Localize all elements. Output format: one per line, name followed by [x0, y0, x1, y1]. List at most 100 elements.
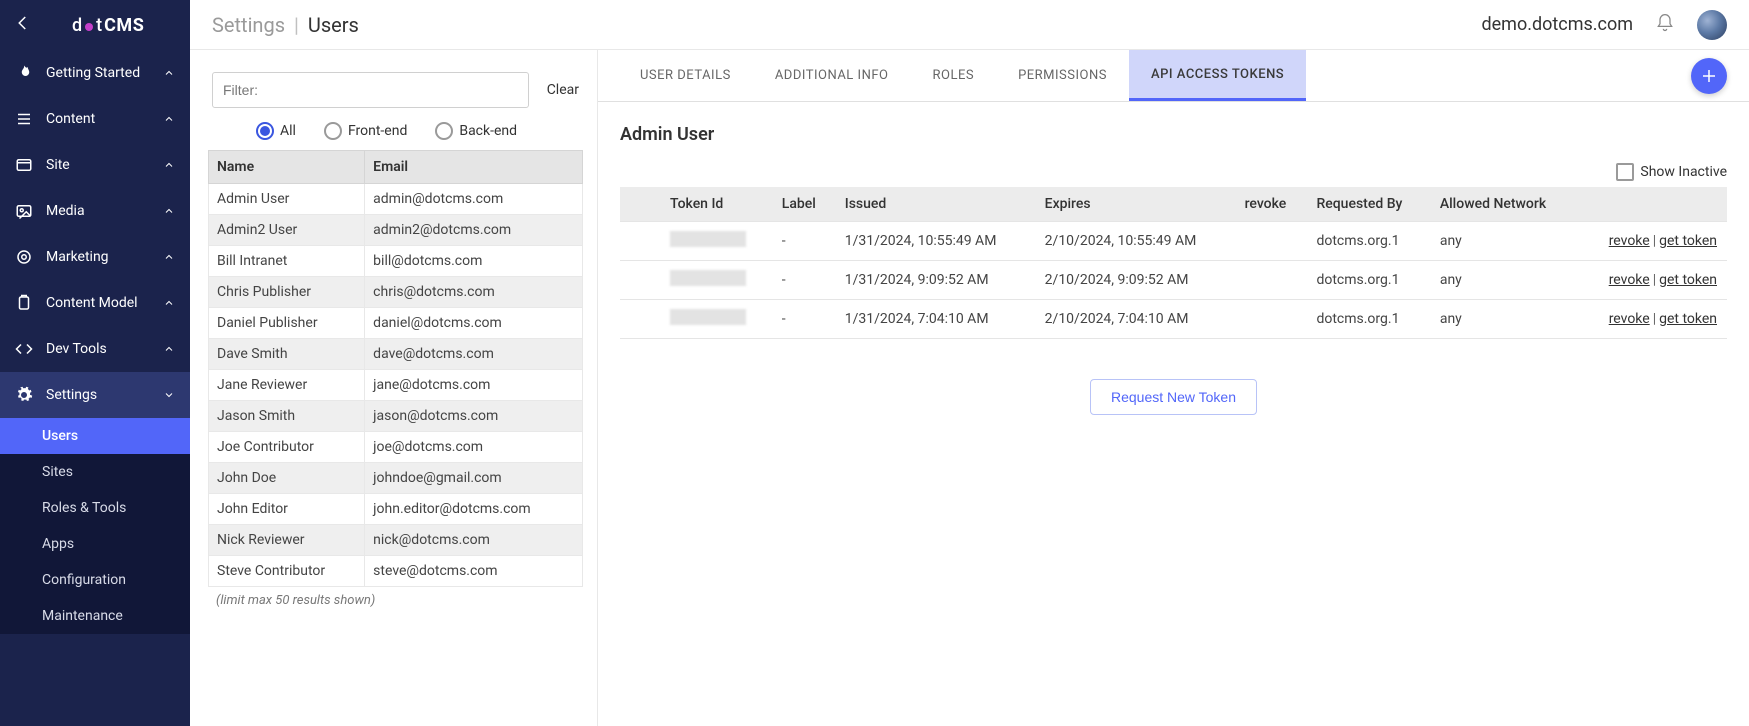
token-label-cell: - — [772, 300, 835, 339]
tab-additional-info[interactable]: ADDITIONAL INFO — [753, 50, 911, 101]
token-requestedby-cell: dotcms.org.1 — [1306, 300, 1429, 339]
col-requested-by: Requested By — [1306, 187, 1429, 222]
sidebar-top: d t CMS — [0, 0, 190, 50]
token-actions-cell: revoke|get token — [1577, 222, 1727, 261]
get-token-link[interactable]: get token — [1659, 233, 1717, 249]
col-token-id: Token Id — [660, 187, 772, 222]
radio-frontend[interactable]: Front-end — [324, 122, 407, 140]
user-table: Name Email Admin Useradmin@dotcms.comAdm… — [208, 150, 583, 587]
brand-part2: t — [96, 15, 102, 36]
tab-roles[interactable]: ROLES — [910, 50, 996, 101]
content-row: Clear All Front-end Back-end Name — [190, 50, 1749, 726]
user-email: joe@dotcms.com — [365, 432, 583, 463]
subnav-maintenance[interactable]: Maintenance — [0, 598, 190, 634]
gear-icon — [15, 386, 33, 404]
show-inactive-row: Show Inactive — [620, 163, 1727, 181]
radio-all[interactable]: All — [256, 122, 296, 140]
radio-frontend-label: Front-end — [348, 123, 407, 139]
clipboard-icon — [15, 294, 33, 312]
user-email: bill@dotcms.com — [365, 246, 583, 277]
breadcrumb-sep: | — [294, 13, 299, 37]
limit-note: (limit max 50 results shown) — [208, 587, 583, 614]
user-name: Joe Contributor — [209, 432, 365, 463]
nav-item-media[interactable]: Media — [0, 188, 190, 234]
domain-label: demo.dotcms.com — [1481, 14, 1633, 35]
token-actions-cell: revoke|get token — [1577, 300, 1727, 339]
user-name: Dave Smith — [209, 339, 365, 370]
revoke-link[interactable]: revoke — [1609, 272, 1650, 288]
token-requestedby-cell: dotcms.org.1 — [1306, 222, 1429, 261]
token-row: -1/31/2024, 10:55:49 AM2/10/2024, 10:55:… — [620, 222, 1727, 261]
chevron-up-icon — [163, 67, 175, 79]
revoke-link[interactable]: revoke — [1609, 233, 1650, 249]
col-label: Label — [772, 187, 835, 222]
tab-user-details[interactable]: USER DETAILS — [618, 50, 753, 101]
filter-radios: All Front-end Back-end — [208, 122, 583, 150]
nav-item-dev-tools[interactable]: Dev Tools — [0, 326, 190, 372]
col-actions — [1577, 187, 1727, 222]
clear-link[interactable]: Clear — [547, 82, 579, 98]
user-row[interactable]: Jason Smithjason@dotcms.com — [209, 401, 583, 432]
subnav-users[interactable]: Users — [0, 418, 190, 454]
col-expires: Expires — [1035, 187, 1235, 222]
user-row[interactable]: Bill Intranetbill@dotcms.com — [209, 246, 583, 277]
user-email: daniel@dotcms.com — [365, 308, 583, 339]
revoke-link[interactable]: revoke — [1609, 311, 1650, 327]
col-email: Email — [365, 151, 583, 184]
target-icon — [15, 248, 33, 266]
settings-subnav: UsersSitesRoles & ToolsAppsConfiguration… — [0, 418, 190, 634]
user-row[interactable]: John Editorjohn.editor@dotcms.com — [209, 494, 583, 525]
user-row[interactable]: Chris Publisherchris@dotcms.com — [209, 277, 583, 308]
add-button[interactable] — [1691, 58, 1727, 94]
filter-input[interactable] — [212, 72, 529, 108]
nav-item-content[interactable]: Content — [0, 96, 190, 142]
tab-permissions[interactable]: PERMISSIONS — [996, 50, 1129, 101]
subnav-roles-tools[interactable]: Roles & Tools — [0, 490, 190, 526]
nav-item-marketing[interactable]: Marketing — [0, 234, 190, 280]
token-issued-cell: 1/31/2024, 9:09:52 AM — [835, 261, 1035, 300]
nav-label: Getting Started — [46, 65, 150, 81]
user-row[interactable]: Joe Contributorjoe@dotcms.com — [209, 432, 583, 463]
chevron-up-icon — [163, 343, 175, 355]
tab-api-access-tokens[interactable]: API ACCESS TOKENS — [1129, 50, 1306, 101]
window-icon — [15, 156, 33, 174]
user-row[interactable]: Daniel Publisherdaniel@dotcms.com — [209, 308, 583, 339]
brand-part1: d — [72, 15, 82, 36]
col-allowed-network: Allowed Network — [1430, 187, 1577, 222]
subnav-apps[interactable]: Apps — [0, 526, 190, 562]
subnav-configuration[interactable]: Configuration — [0, 562, 190, 598]
subnav-sites[interactable]: Sites — [0, 454, 190, 490]
back-arrow-icon[interactable] — [14, 14, 32, 36]
user-row[interactable]: John Doejohndoe@gmail.com — [209, 463, 583, 494]
nav-label: Dev Tools — [46, 341, 150, 357]
request-new-token-button[interactable]: Request New Token — [1090, 379, 1257, 415]
nav-item-site[interactable]: Site — [0, 142, 190, 188]
user-row[interactable]: Jane Reviewerjane@dotcms.com — [209, 370, 583, 401]
user-row[interactable]: Dave Smithdave@dotcms.com — [209, 339, 583, 370]
user-row[interactable]: Admin Useradmin@dotcms.com — [209, 184, 583, 215]
show-inactive-checkbox[interactable] — [1616, 163, 1634, 181]
nav-item-settings[interactable]: Settings — [0, 372, 190, 418]
token-label-cell: - — [772, 222, 835, 261]
brand-logo: d t CMS — [72, 15, 144, 36]
nav-item-getting-started[interactable]: Getting Started — [0, 50, 190, 96]
user-name: Chris Publisher — [209, 277, 365, 308]
user-name: Nick Reviewer — [209, 525, 365, 556]
bell-icon[interactable] — [1655, 13, 1675, 37]
user-row[interactable]: Steve Contributorsteve@dotcms.com — [209, 556, 583, 587]
main: Settings | Users demo.dotcms.com Clear A… — [190, 0, 1749, 726]
nav-item-content-model[interactable]: Content Model — [0, 280, 190, 326]
token-expires-cell: 2/10/2024, 10:55:49 AM — [1035, 222, 1235, 261]
avatar[interactable] — [1697, 10, 1727, 40]
radio-backend[interactable]: Back-end — [435, 122, 517, 140]
user-row[interactable]: Admin2 Useradmin2@dotcms.com — [209, 215, 583, 246]
get-token-link[interactable]: get token — [1659, 311, 1717, 327]
brand-part3: CMS — [104, 15, 144, 36]
chevron-up-icon — [163, 159, 175, 171]
right-pane: USER DETAILSADDITIONAL INFOROLESPERMISSI… — [598, 50, 1749, 726]
get-token-link[interactable]: get token — [1659, 272, 1717, 288]
user-email: jason@dotcms.com — [365, 401, 583, 432]
token-row: -1/31/2024, 7:04:10 AM2/10/2024, 7:04:10… — [620, 300, 1727, 339]
user-row[interactable]: Nick Reviewernick@dotcms.com — [209, 525, 583, 556]
token-revoke-cell — [1235, 300, 1307, 339]
